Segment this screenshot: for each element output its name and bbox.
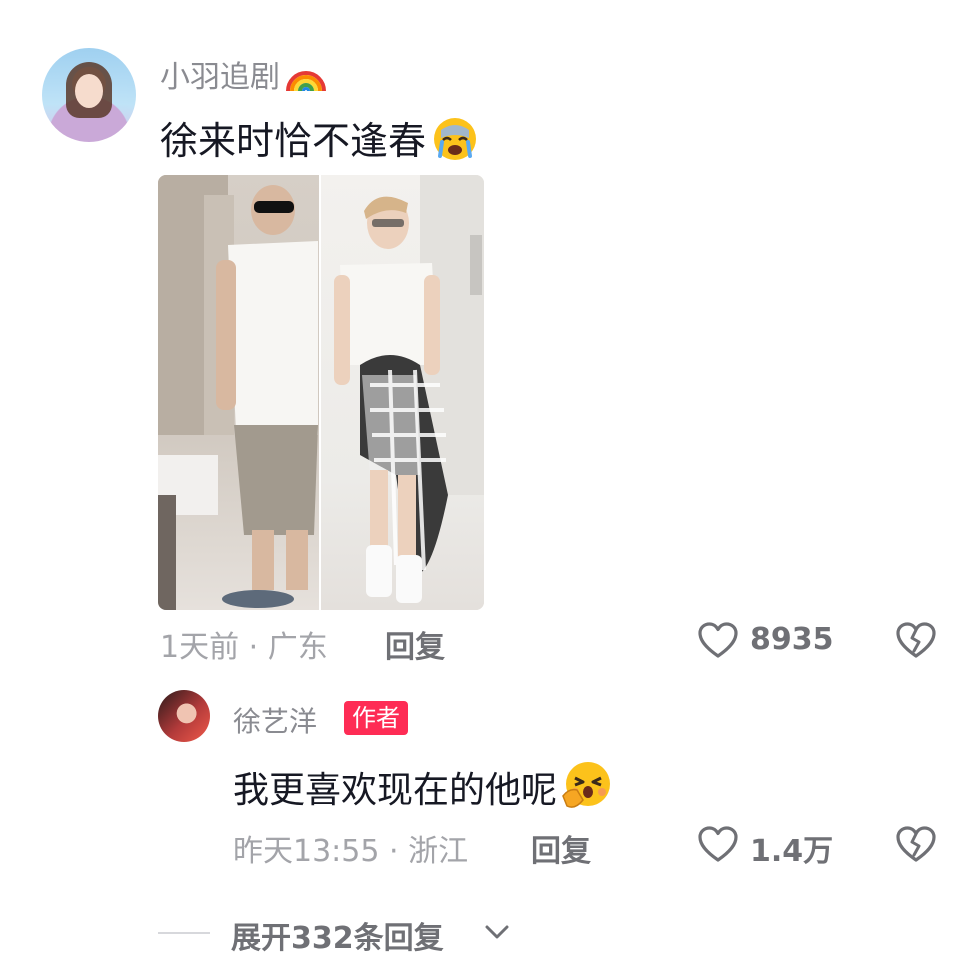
author-badge: 作者 (344, 701, 408, 735)
reply-text: 我更喜欢现在的他呢 (233, 760, 613, 819)
dislike-broken-heart-icon[interactable] (895, 620, 937, 666)
like-count: 8935 (750, 622, 834, 657)
comment-username-text: 小羽追剧 (160, 60, 280, 95)
expand-divider (158, 932, 210, 934)
like-heart-icon[interactable] (697, 620, 739, 666)
reply-like-count: 1.4万 (750, 834, 834, 869)
reply-like-heart-icon[interactable] (697, 824, 739, 870)
comment-username[interactable]: 小羽追剧 (160, 52, 328, 101)
reply-username[interactable]: 徐艺洋 (233, 700, 317, 740)
reply-button[interactable]: 回复 (385, 622, 445, 666)
expand-replies-button[interactable]: 展开332条回复 (231, 913, 444, 957)
reply-text-content: 我更喜欢现在的他呢 (233, 770, 558, 811)
avatar[interactable] (42, 48, 136, 142)
rainbow-icon (284, 59, 328, 101)
comment-text-content: 徐来时恰不逢春 (160, 119, 427, 163)
shy-hand-over-mouth-icon (561, 760, 613, 819)
reply-avatar[interactable] (158, 690, 210, 742)
reply-dislike-broken-heart-icon[interactable] (895, 824, 937, 870)
comment-image[interactable] (158, 175, 484, 610)
photo-left-panel (158, 175, 320, 610)
chevron-down-icon[interactable] (484, 923, 510, 945)
comment-time-location: 1天前 · 广东 (160, 630, 328, 665)
comment-text: 徐来时恰不逢春 (160, 110, 480, 171)
crying-face-icon (430, 116, 480, 171)
reply-time-location: 昨天13:55 · 浙江 (233, 834, 469, 869)
reply-to-reply-button[interactable]: 回复 (531, 826, 591, 870)
photo-right-panel (320, 175, 484, 610)
